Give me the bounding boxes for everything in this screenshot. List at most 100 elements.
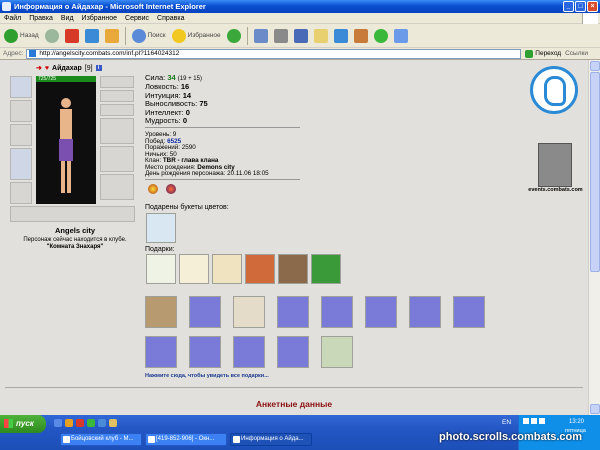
medal-icon[interactable] (166, 184, 176, 194)
gift-item[interactable] (233, 296, 265, 328)
divider (145, 179, 300, 180)
address-input[interactable]: http://angelscity.combats.com/inf.pl?116… (26, 48, 522, 59)
home-button[interactable] (103, 26, 121, 46)
menu-edit[interactable]: Правка (29, 13, 53, 23)
gift-item[interactable] (321, 336, 353, 368)
refresh-button[interactable] (83, 26, 101, 46)
slot-bracers[interactable] (10, 100, 32, 122)
location-line1: Персонаж сейчас находится в клубе. (23, 237, 127, 243)
icq-button[interactable] (372, 26, 390, 46)
gift-item[interactable] (145, 296, 177, 328)
gift-item[interactable] (277, 336, 309, 368)
firefox-icon[interactable] (65, 419, 73, 427)
go-arrow-icon (525, 49, 534, 58)
go-label: Переход (535, 50, 562, 57)
window-icon (233, 436, 240, 443)
links-button[interactable]: Ссылки (565, 50, 600, 57)
profile-data-header[interactable]: Анкетные данные (0, 399, 588, 409)
menu-favorites[interactable]: Избранное (82, 13, 117, 23)
search-button[interactable]: Поиск (130, 26, 168, 46)
events-logo[interactable]: events.combats.com (528, 139, 583, 199)
gift-item[interactable] (409, 296, 441, 328)
slot-rings[interactable] (100, 104, 134, 116)
slot-boots[interactable] (100, 174, 134, 200)
history-button[interactable] (225, 26, 243, 46)
icq-icon[interactable] (87, 419, 95, 427)
back-button[interactable]: Назад (2, 26, 41, 46)
menu-tools[interactable]: Сервис (125, 13, 149, 23)
angels-city-logo[interactable] (530, 66, 578, 114)
gift-item[interactable] (278, 254, 308, 284)
forward-button[interactable] (43, 26, 61, 46)
scroll-thumb[interactable] (590, 72, 600, 272)
tool-button[interactable] (352, 26, 370, 46)
scroll-down-button[interactable] (590, 404, 600, 414)
edit-button[interactable] (292, 26, 310, 46)
info-icon[interactable]: i (95, 65, 102, 71)
messenger-button[interactable] (332, 26, 350, 46)
tray-icon[interactable] (523, 418, 529, 424)
vertical-scrollbar[interactable] (588, 60, 600, 415)
minimize-button[interactable]: _ (563, 1, 574, 12)
slot-shield[interactable] (100, 146, 134, 172)
opera-icon[interactable] (76, 419, 84, 427)
slot-earrings[interactable] (100, 76, 134, 88)
maximize-button[interactable]: □ (575, 1, 586, 12)
search-icon (131, 28, 146, 43)
location-room: "Комната Знахаря" (46, 244, 104, 250)
stop-button[interactable] (63, 26, 81, 46)
gift-item[interactable] (212, 254, 242, 284)
task-button[interactable]: Бойцовский клуб - M... (60, 433, 142, 446)
slot-belt[interactable] (10, 182, 32, 204)
scroll-up-button[interactable] (590, 61, 600, 71)
go-button[interactable]: Переход (521, 49, 565, 58)
gift-item[interactable] (245, 254, 275, 284)
slot-weapon[interactable] (10, 124, 32, 146)
tray-icon[interactable] (539, 418, 545, 424)
desktop-icon[interactable] (54, 419, 62, 427)
start-button[interactable]: пуск (0, 415, 46, 433)
slot-helmet[interactable] (10, 76, 32, 98)
gift-item[interactable] (453, 296, 485, 328)
research-button[interactable] (392, 26, 410, 46)
gift-item[interactable] (277, 296, 309, 328)
private-message-icon[interactable]: ➜ (36, 64, 42, 72)
tray-icon[interactable] (531, 418, 537, 424)
print-button[interactable] (272, 26, 290, 46)
menu-view[interactable]: Вид (61, 13, 74, 23)
see-all-gifts-link[interactable]: Нажмите сюда, чтобы увидеть все подарки.… (145, 373, 269, 379)
stop-icon (64, 28, 79, 43)
medal-icon[interactable] (148, 184, 158, 194)
folder-icon[interactable] (109, 419, 117, 427)
gift-item[interactable] (233, 336, 265, 368)
toolbar-separator (124, 26, 126, 45)
folder-button[interactable] (312, 26, 330, 46)
gift-item[interactable] (189, 296, 221, 328)
clock[interactable]: 13:20 (569, 419, 584, 425)
gift-item[interactable] (189, 336, 221, 368)
ie-icon[interactable] (98, 419, 106, 427)
mail-button[interactable] (252, 26, 270, 46)
menu-file[interactable]: Файл (4, 13, 21, 23)
gift-item[interactable] (146, 254, 176, 284)
favorites-button[interactable]: Избранное (170, 26, 223, 46)
task-button-active[interactable]: Информация о Айда... (230, 433, 312, 446)
stat-endurance: 75 (199, 99, 208, 109)
task-button[interactable]: [419-852-906] - Окн... (145, 433, 227, 446)
gift-item[interactable] (311, 254, 341, 284)
toolbar-separator (246, 26, 248, 45)
close-button[interactable]: × (587, 1, 598, 12)
window-icon (148, 436, 155, 443)
menu-help[interactable]: Справка (157, 13, 184, 23)
flower-bouquet[interactable] (146, 213, 176, 243)
gift-item[interactable] (365, 296, 397, 328)
gift-item[interactable] (145, 336, 177, 368)
gift-item[interactable] (179, 254, 209, 284)
slot-armor[interactable] (10, 148, 32, 180)
slot-gloves[interactable] (100, 118, 134, 144)
gift-item[interactable] (321, 296, 353, 328)
birthday-label: День рождения персонажа: (145, 170, 226, 177)
slot-belt-bottom[interactable] (10, 206, 135, 222)
language-indicator[interactable]: EN (502, 419, 511, 426)
slot-amulet[interactable] (100, 90, 134, 102)
